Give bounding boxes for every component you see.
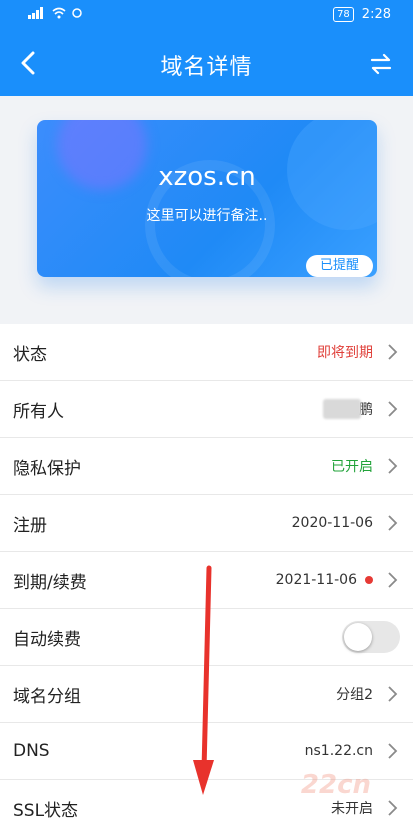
- status-bar: 78 2:28: [0, 0, 413, 30]
- row-label: 状态: [13, 344, 47, 365]
- detail-list: 状态 即将到期 所有人 鹏 隐私保护 已开启 注册 2020-11-06 到期/…: [0, 324, 413, 826]
- row-value: 2021-11-06: [275, 572, 357, 588]
- clock-text: 2:28: [361, 7, 391, 22]
- chevron-right-icon: [388, 458, 398, 474]
- toggle-knob: [344, 623, 372, 651]
- domain-note[interactable]: 这里可以进行备注..: [37, 205, 377, 225]
- chevron-right-icon: [388, 344, 398, 360]
- chevron-right-icon: [388, 743, 398, 759]
- switch-button[interactable]: [363, 44, 399, 84]
- chevron-right-icon: [388, 515, 398, 531]
- row-owner[interactable]: 所有人 鹏: [0, 381, 413, 438]
- row-label: 域名分组: [13, 686, 81, 707]
- chevron-right-icon: [388, 686, 398, 702]
- auto-renew-toggle[interactable]: [342, 621, 400, 653]
- wifi-icon: [52, 7, 66, 22]
- row-value: 鹏: [359, 402, 373, 418]
- row-label: SSL状态: [13, 800, 79, 821]
- chevron-right-icon: [388, 572, 398, 588]
- row-value: 2020-11-06: [291, 515, 373, 531]
- row-label: 所有人: [13, 401, 64, 422]
- row-value-wrapper: 鹏: [323, 399, 373, 419]
- masked-owner-name: [323, 399, 361, 419]
- row-label: 到期/续费: [13, 572, 87, 593]
- chevron-right-icon: [388, 401, 398, 417]
- battery-indicator: 78: [333, 7, 354, 22]
- row-label: DNS: [13, 741, 50, 761]
- row-status[interactable]: 状态 即将到期: [0, 324, 413, 381]
- domain-card[interactable]: xzos.cn 这里可以进行备注.. 已提醒: [37, 120, 377, 277]
- row-label: 自动续费: [13, 629, 81, 650]
- app-bar: 域名详情: [0, 30, 413, 96]
- card-area: xzos.cn 这里可以进行备注.. 已提醒: [0, 96, 413, 324]
- row-auto-renew: 自动续费: [0, 609, 413, 666]
- domain-name: xzos.cn: [158, 162, 256, 192]
- row-registration[interactable]: 注册 2020-11-06: [0, 495, 413, 552]
- row-value: ns1.22.cn: [304, 743, 373, 759]
- row-value: 已开启: [331, 459, 373, 475]
- row-value: 即将到期: [317, 345, 373, 361]
- chevron-right-icon: [388, 800, 398, 816]
- alert-dot-icon: [365, 576, 373, 584]
- row-privacy[interactable]: 隐私保护 已开启: [0, 438, 413, 495]
- row-value: 分组2: [336, 687, 373, 703]
- row-value: 未开启: [331, 801, 373, 817]
- row-group[interactable]: 域名分组 分组2: [0, 666, 413, 723]
- row-label: 隐私保护: [13, 458, 81, 479]
- row-value-wrapper: 2021-11-06: [276, 572, 373, 588]
- row-label: 注册: [13, 515, 47, 536]
- swap-arrows-icon: [370, 53, 392, 75]
- row-expiry[interactable]: 到期/续费 2021-11-06: [0, 552, 413, 609]
- page-title: 域名详情: [160, 55, 253, 80]
- site-watermark: 22cn: [300, 770, 371, 800]
- status-left: [28, 7, 82, 22]
- signal-icon: [28, 7, 46, 22]
- status-right: 78 2:28: [333, 7, 391, 22]
- reminder-badge[interactable]: 已提醒: [305, 255, 373, 277]
- notification-icon: [72, 8, 82, 21]
